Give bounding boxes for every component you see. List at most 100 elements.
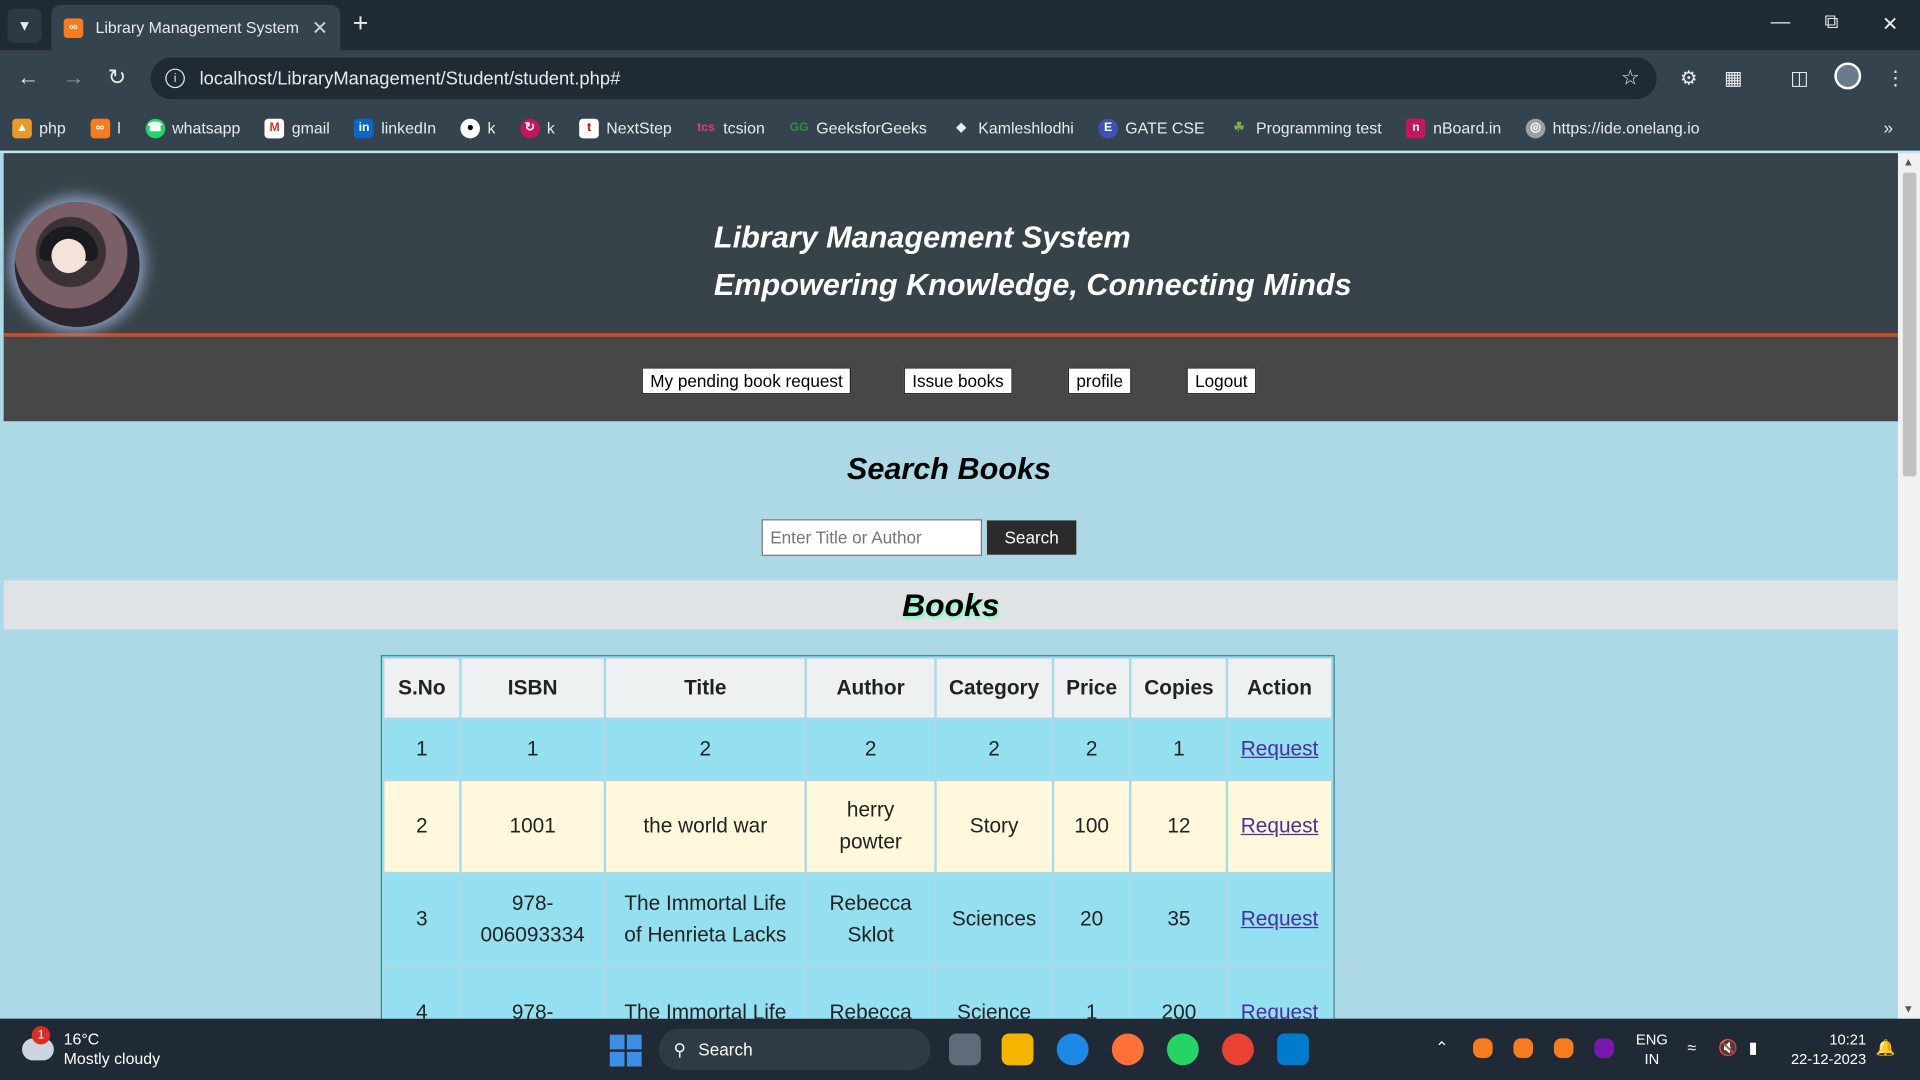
bookmark-gmail[interactable]: Mgmail — [264, 118, 330, 138]
file-explorer-icon[interactable] — [1001, 1033, 1034, 1066]
language-indicator[interactable]: ENG IN — [1636, 1030, 1668, 1069]
notification-bell-icon[interactable]: 🔔 — [1876, 1038, 1896, 1058]
edge-icon[interactable] — [1056, 1033, 1089, 1066]
profile-avatar-icon[interactable] — [1834, 62, 1862, 90]
bookmark-l[interactable]: ∞ l — [90, 118, 121, 138]
bookmark-label: php — [39, 118, 66, 138]
battery-icon[interactable]: ▮ — [1749, 1038, 1758, 1058]
bookmark-k[interactable]: ↻ k — [519, 118, 555, 138]
table-cell: 2 — [1053, 720, 1130, 779]
scrollbar-thumb[interactable] — [1902, 172, 1917, 477]
clock[interactable]: 10:21 22-12-2023 — [1791, 1030, 1866, 1069]
minimize-icon[interactable]: — — [1771, 12, 1791, 34]
chrome-icon[interactable] — [1222, 1033, 1254, 1066]
diamond-icon: ◆ — [956, 121, 966, 135]
back-icon[interactable]: ← — [17, 65, 39, 91]
start-icon[interactable] — [609, 1034, 642, 1067]
bookmark-label: GeeksforGeeks — [816, 118, 927, 138]
bookmark-nboard[interactable]: n nBoard.in — [1406, 118, 1501, 138]
site-logo — [14, 202, 140, 327]
table-cell: 1 — [461, 720, 604, 779]
page-scrollbar[interactable]: ▲ ▼ — [1897, 153, 1920, 1019]
whatsapp-taskbar-icon[interactable] — [1166, 1033, 1199, 1066]
table-cell: the world war — [606, 781, 805, 872]
table-cell: Request — [1228, 967, 1331, 1019]
volume-muted-icon[interactable]: 🔇 — [1718, 1038, 1738, 1058]
more-bookmarks-icon[interactable]: » — [1884, 118, 1894, 138]
menu-kebab-icon[interactable]: ⋮ — [1886, 66, 1906, 90]
xampp-tray-icon[interactable] — [1553, 1038, 1574, 1058]
bookmark-linkedin[interactable]: in linkedIn — [354, 118, 436, 138]
column-header: ISBN — [461, 658, 604, 718]
tab-library-management[interactable]: ∞ Library Management System ✕ — [51, 4, 341, 51]
taskbar-search[interactable]: ⚲ Search — [658, 1028, 931, 1071]
page-viewport: Library Management System Empowering Kno… — [0, 150, 1920, 1019]
request-link[interactable]: Request — [1241, 907, 1319, 930]
globe-icon: ◎ — [1525, 118, 1546, 138]
address-bar[interactable]: i localhost/LibraryManagement/Student/st… — [150, 57, 1657, 100]
pending-requests-button[interactable]: My pending book request — [641, 367, 852, 395]
xampp-tray-icon[interactable] — [1513, 1038, 1534, 1058]
bookmark-programming-test[interactable]: ☘ Programming test — [1229, 118, 1382, 138]
bookmark-nextstep[interactable]: t NextStep — [579, 118, 672, 138]
table-cell: 4 — [384, 967, 460, 1019]
bookmark-label: linkedIn — [381, 118, 437, 138]
site-subtitle: Empowering Knowledge, Connecting Minds — [713, 268, 1352, 303]
table-cell: 35 — [1131, 874, 1227, 965]
weather-widget[interactable]: 1 16°C Mostly cloudy — [22, 1026, 160, 1069]
tray-overflow-icon[interactable]: ⌃ — [1435, 1038, 1448, 1058]
tab-close-icon[interactable]: ✕ — [312, 15, 328, 39]
xampp-tray-icon[interactable] — [1473, 1038, 1493, 1058]
search-heading: Search Books — [846, 451, 1052, 487]
bookmark-label: Programming test — [1256, 118, 1382, 138]
table-row: 1 1 2 2 2 2 1 Request — [384, 720, 1331, 779]
bookmark-label: k — [487, 118, 496, 138]
column-header: Price — [1053, 658, 1130, 718]
table-cell: Request — [1228, 781, 1331, 872]
bookmark-php[interactable]: ▲ php — [12, 118, 66, 138]
extensions-puzzle-icon[interactable]: ▦ — [1724, 66, 1743, 90]
table-cell: 200 — [1131, 967, 1227, 1019]
bookmark-label: https://ide.onelang.io — [1552, 118, 1700, 138]
new-tab-button[interactable]: + — [353, 9, 369, 37]
scroll-up-icon[interactable]: ▲ — [1903, 156, 1914, 168]
bookmarks-bar: ▲ php ∞ l ☎ whatsapp Mgmail in linkedIn ● k ↻… — [0, 106, 1920, 151]
search-input[interactable] — [761, 519, 983, 556]
request-link[interactable]: Request — [1241, 814, 1319, 837]
bookmark-whatsapp[interactable]: ☎ whatsapp — [145, 118, 240, 138]
issue-books-button[interactable]: Issue books — [903, 367, 1013, 395]
bookmark-github[interactable]: ● k — [460, 118, 496, 138]
side-panel-icon[interactable]: ◫ — [1790, 66, 1809, 90]
gate-icon: E — [1098, 118, 1118, 138]
onenote-icon[interactable] — [1594, 1038, 1614, 1058]
bookmark-gate-cse[interactable]: E GATE CSE — [1098, 118, 1205, 138]
reload-icon[interactable]: ↻ — [108, 65, 126, 91]
request-link[interactable]: Request — [1241, 737, 1319, 760]
bookmark-onelang[interactable]: ◎ https://ide.onelang.io — [1525, 118, 1700, 138]
search-button[interactable]: Search — [986, 520, 1077, 555]
profile-button[interactable]: profile — [1067, 367, 1132, 395]
bookmark-tcsion[interactable]: tcs tcsion — [696, 118, 765, 138]
scroll-down-icon[interactable]: ▼ — [1903, 1003, 1914, 1015]
vscode-icon[interactable] — [1277, 1033, 1309, 1066]
wifi-icon[interactable]: ≈ — [1687, 1038, 1696, 1056]
main-nav: My pending book request Issue books prof… — [3, 336, 1898, 422]
bookmark-geeksforgeeks[interactable]: GG GeeksforGeeks — [789, 118, 927, 138]
window-close-icon[interactable]: ✕ — [1882, 12, 1898, 36]
request-link[interactable]: Request — [1241, 1000, 1319, 1018]
table-cell: 1 — [1131, 720, 1227, 779]
bookmark-label: tcsion — [723, 118, 765, 138]
task-view-icon[interactable] — [948, 1033, 981, 1066]
books-table: S.No ISBN Title Author Category Price Co… — [380, 655, 1335, 1019]
forward-icon[interactable]: → — [62, 65, 84, 91]
bookmark-star-icon[interactable]: ☆ — [1621, 66, 1640, 90]
tab-search-button[interactable]: ▼ — [7, 8, 42, 43]
bookmark-kamleshlodhi[interactable]: ◆ Kamleshlodhi — [951, 118, 1073, 138]
xampp-favicon-icon: ∞ — [63, 17, 84, 38]
site-info-icon[interactable]: i — [165, 68, 185, 89]
table-cell: Rebecca Sklot — [806, 874, 935, 965]
logout-button[interactable]: Logout — [1186, 367, 1257, 395]
restore-icon[interactable]: ⧉ — [1825, 12, 1839, 34]
firefox-icon[interactable] — [1111, 1033, 1144, 1066]
extension-gear-icon[interactable]: ⚙ — [1680, 66, 1698, 90]
